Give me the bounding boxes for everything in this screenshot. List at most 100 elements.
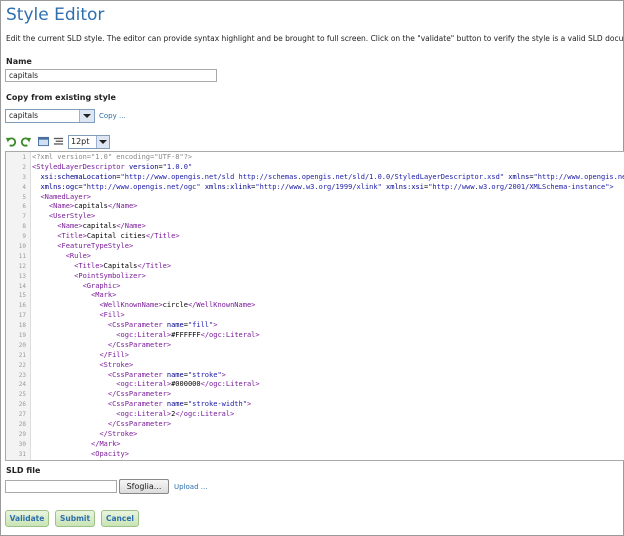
line-number: 12	[18, 262, 26, 270]
line-number: 26	[18, 401, 26, 409]
code-token: name	[166, 400, 184, 409]
line-number: 22	[18, 361, 26, 369]
browse-button[interactable]: Sfoglia...	[119, 479, 169, 494]
code-line: 19 <ogc:Literal>#FFFFFF</ogc:Literal>	[6, 331, 624, 341]
code-line: 3 xsi:schemaLocation="http://www.opengis…	[6, 173, 624, 183]
code-token: "http://www.w3.org/1999/xlink"	[255, 182, 387, 191]
code-line: 4 xmlns:ogc="http://www.opengis.net/ogc"…	[6, 183, 624, 193]
code-token: #000000	[171, 380, 201, 389]
undo-icon[interactable]	[6, 136, 17, 147]
code-token: </ogc:Literal>	[200, 380, 260, 389]
code-token: xmlns:xsi	[386, 182, 424, 191]
code-token: <Title>	[74, 261, 104, 270]
code-line: 24 <ogc:Literal>#000000</ogc:Literal>	[6, 380, 624, 390]
copy-from-label: Copy from existing style	[6, 93, 116, 102]
code-token: <Opacity>	[91, 449, 129, 458]
code-token: "stroke-width"	[187, 400, 247, 409]
code-line: 12 <Title>Capitals</Title>	[6, 262, 624, 272]
code-line: 10 <FeatureTypeStyle>	[6, 242, 624, 252]
code-token: </WellKnownName>	[187, 301, 256, 310]
style-select[interactable]: capitals	[5, 109, 95, 123]
code-line: 2 <StyledLayerDescriptor version="1.0.0"	[6, 163, 624, 173]
submit-button[interactable]: Submit	[55, 510, 95, 527]
format-icon[interactable]	[53, 136, 64, 147]
code-line: 8 <Name>capitals</Name>	[6, 222, 624, 232]
code-token: circle	[162, 301, 188, 310]
code-token: <PointSymbolizer>	[74, 271, 146, 280]
line-number: 31	[18, 450, 26, 458]
code-token: <Name>	[57, 222, 83, 231]
code-token: "1.0.0"	[162, 162, 193, 171]
code-token: </Fill>	[99, 350, 129, 359]
upload-link[interactable]: Upload ...	[174, 483, 207, 491]
line-number: 20	[18, 341, 26, 349]
code-line: 27 <ogc:Literal>2</ogc:Literal>	[6, 410, 624, 420]
line-number: 5	[22, 193, 26, 201]
code-token: <FeatureTypeStyle>	[57, 242, 134, 251]
code-token: </Name>	[107, 202, 138, 211]
line-number: 19	[18, 332, 26, 340]
code-token: <ogc:Literal>	[116, 380, 172, 389]
code-token: <ogc:Literal>	[116, 331, 172, 340]
code-token: >	[221, 370, 226, 379]
code-line: 5 <NamedLayer>	[6, 193, 624, 203]
code-token: "http://www.w3.org/2001/XMLSchema-instan…	[428, 182, 614, 191]
code-line: 29 </Stroke>	[6, 430, 624, 440]
code-token: </CssParameter>	[107, 420, 172, 429]
code-token: <Fill>	[99, 311, 125, 320]
code-token: capitals	[74, 202, 108, 211]
code-token: <WellKnownName>	[99, 301, 163, 310]
code-line: 11 <Rule>	[6, 252, 624, 262]
redo-icon[interactable]	[20, 136, 31, 147]
code-token: version	[128, 162, 159, 171]
chevron-down-icon	[96, 136, 109, 148]
line-number: 1	[22, 154, 26, 161]
code-line: 23 <CssParameter name="stroke">	[6, 371, 624, 381]
line-number: 24	[18, 381, 26, 389]
sld-code-editor[interactable]: 1 <?xml version="1.0" encoding="UTF-8"?> 2…	[5, 151, 624, 461]
code-line: 31 <Opacity>	[6, 450, 624, 460]
code-token: xmlns	[508, 172, 530, 181]
code-token: <Mark>	[91, 291, 117, 300]
sld-file-input[interactable]	[5, 480, 117, 493]
code-token: <NamedLayer>	[40, 192, 92, 201]
fullscreen-icon[interactable]	[38, 136, 49, 147]
validate-button[interactable]: Validate	[5, 510, 49, 527]
copy-link[interactable]: Copy ...	[99, 112, 126, 120]
code-token: </Stroke>	[99, 429, 138, 438]
code-line: 21 </Fill>	[6, 351, 624, 361]
name-input[interactable]: capitals	[5, 69, 217, 82]
cancel-button[interactable]: Cancel	[101, 510, 139, 527]
code-line: 25 </CssParameter>	[6, 390, 624, 400]
code-line: 18 <CssParameter name="fill">	[6, 321, 624, 331]
code-token: </Mark>	[91, 439, 121, 448]
line-number: 18	[18, 322, 26, 330]
code-token: </Name>	[116, 222, 146, 231]
line-number: 10	[18, 243, 26, 251]
code-token: <?xml version="1.0" encoding="UTF-8"?>	[32, 153, 193, 161]
line-number: 6	[22, 203, 26, 211]
font-size-value: 12pt	[71, 137, 90, 146]
font-size-select[interactable]: 12pt	[68, 135, 110, 149]
line-number: 27	[18, 411, 26, 419]
code-token: <ogc:Literal>	[116, 410, 172, 419]
line-number: 11	[18, 252, 26, 260]
code-line: 9 <Title>Capital cities</Title>	[6, 232, 624, 242]
code-token: </Title>	[145, 232, 180, 241]
